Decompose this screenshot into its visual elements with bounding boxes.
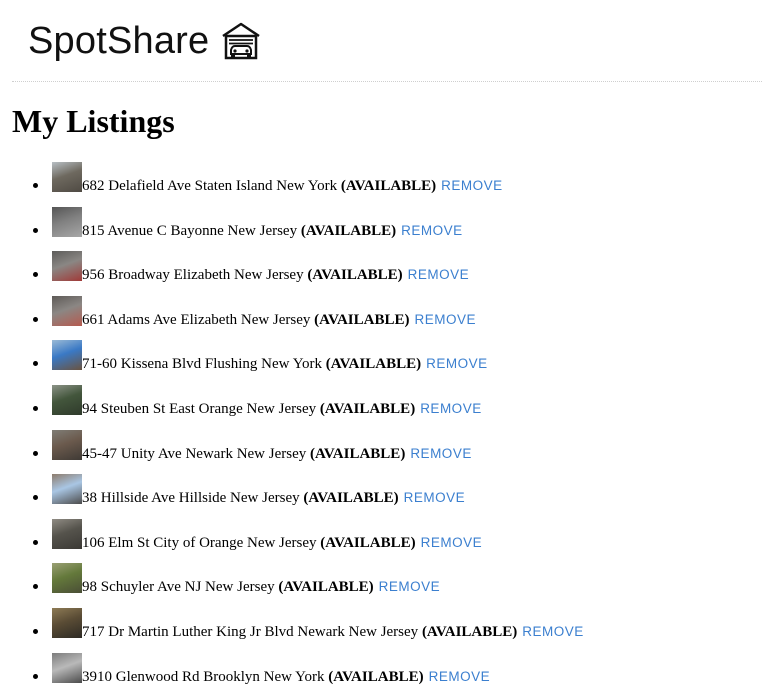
- listing-address: 682 Delafield Ave Staten Island New York: [82, 178, 338, 194]
- listing-status: (AVAILABLE): [319, 400, 416, 417]
- bullet: [33, 584, 38, 590]
- remove-button[interactable]: REMOVE: [421, 535, 483, 550]
- listing-text: 38 Hillside Ave Hillside New Jersey (AVA…: [82, 488, 465, 508]
- brand-title[interactable]: SpotShare: [28, 18, 209, 64]
- listing-text: 3910 Glenwood Rd Brooklyn New York (AVAI…: [82, 667, 490, 687]
- listing-status: (AVAILABLE): [300, 222, 397, 239]
- listing-thumbnail: [52, 251, 82, 282]
- listing-item: 106 Elm St City of Orange New Jersey (AV…: [0, 518, 762, 564]
- listing-item: 38 Hillside Ave Hillside New Jersey (AVA…: [0, 474, 762, 519]
- listing-status: (AVAILABLE): [303, 490, 399, 507]
- bullet: [33, 316, 38, 322]
- bullet: [33, 405, 38, 411]
- listing-text: 717 Dr Martin Luther King Jr Blvd Newark…: [82, 622, 584, 642]
- remove-button[interactable]: REMOVE: [404, 490, 466, 505]
- remove-button[interactable]: REMOVE: [379, 579, 441, 594]
- site-header: SpotShare: [0, 0, 762, 82]
- listing-thumbnail: [52, 652, 82, 683]
- listing-address: 98 Schuyler Ave NJ New Jersey: [82, 579, 275, 596]
- bullet: [33, 227, 38, 233]
- listing-item: 956 Broadway Elizabeth New Jersey (AVAIL…: [0, 251, 762, 296]
- listing-text: 815 Avenue C Bayonne New Jersey (AVAILAB…: [82, 221, 463, 241]
- listing-address: 956 Broadway Elizabeth New Jersey: [82, 267, 304, 284]
- listing-item: 71-60 Kissena Blvd Flushing New York (AV…: [0, 340, 762, 385]
- listing-thumbnail: [52, 518, 82, 549]
- remove-button[interactable]: REMOVE: [410, 446, 472, 461]
- header-divider: [12, 81, 762, 82]
- listing-thumbnail: [52, 206, 82, 237]
- listing-address: 106 Elm St City of Orange New Jersey: [82, 534, 317, 551]
- listing-address: 94 Steuben St East Orange New Jersey: [82, 400, 317, 417]
- listing-text: 661 Adams Ave Elizabeth New Jersey (AVAI…: [82, 310, 476, 330]
- bullet: [33, 628, 38, 634]
- listing-item: 94 Steuben St East Orange New Jersey (AV…: [0, 384, 762, 430]
- listing-text: 956 Broadway Elizabeth New Jersey (AVAIL…: [82, 265, 469, 285]
- listing-thumbnail: [52, 162, 82, 192]
- listing-item: 98 Schuyler Ave NJ New Jersey (AVAILABLE…: [0, 563, 762, 608]
- page-title: My Listings: [12, 103, 175, 139]
- listing-address: 717 Dr Martin Luther King Jr Blvd Newark…: [82, 623, 419, 640]
- listing-thumbnail: [52, 474, 82, 505]
- listing-status: (AVAILABLE): [340, 178, 437, 194]
- listing-address: 71-60 Kissena Blvd Flushing New York: [82, 356, 323, 373]
- listing-address: 45-47 Unity Ave Newark New Jersey: [82, 445, 307, 462]
- listing-thumbnail: [52, 384, 82, 415]
- listing-address: 38 Hillside Ave Hillside New Jersey: [82, 490, 300, 507]
- bullet: [33, 673, 38, 679]
- listing-status: (AVAILABLE): [328, 668, 424, 685]
- listing-address: 661 Adams Ave Elizabeth New Jersey: [82, 311, 311, 328]
- listing-status: (AVAILABLE): [310, 445, 406, 462]
- remove-button[interactable]: REMOVE: [426, 356, 488, 371]
- bullet: [33, 272, 38, 278]
- bullet: [33, 183, 38, 188]
- listing-thumbnail: [52, 563, 82, 594]
- listing-text: 106 Elm St City of Orange New Jersey (AV…: [82, 533, 482, 553]
- listing-text: 94 Steuben St East Orange New Jersey (AV…: [82, 399, 482, 419]
- listing-item: 661 Adams Ave Elizabeth New Jersey (AVAI…: [0, 295, 762, 341]
- remove-button[interactable]: REMOVE: [408, 267, 470, 282]
- listing-thumbnail: [52, 295, 82, 326]
- listing-item: 815 Avenue C Bayonne New Jersey (AVAILAB…: [0, 206, 762, 252]
- listings-list: 682 Delafield Ave Staten Island New York…: [0, 162, 762, 695]
- listing-status: (AVAILABLE): [314, 311, 410, 328]
- listing-address: 3910 Glenwood Rd Brooklyn New York: [82, 668, 325, 685]
- listing-text: 98 Schuyler Ave NJ New Jersey (AVAILABLE…: [82, 577, 440, 597]
- remove-button[interactable]: REMOVE: [420, 401, 482, 416]
- listing-item: 45-47 Unity Ave Newark New Jersey (AVAIL…: [0, 429, 762, 475]
- listing-item: 682 Delafield Ave Staten Island New York…: [0, 162, 762, 207]
- remove-button[interactable]: REMOVE: [401, 223, 463, 238]
- listing-status: (AVAILABLE): [278, 579, 374, 596]
- bullet: [33, 450, 38, 456]
- remove-button[interactable]: REMOVE: [414, 312, 476, 327]
- listing-thumbnail: [52, 340, 82, 371]
- listing-text: 45-47 Unity Ave Newark New Jersey (AVAIL…: [82, 444, 472, 464]
- listing-address: 815 Avenue C Bayonne New Jersey: [82, 222, 298, 239]
- bullet: [33, 495, 38, 501]
- listing-thumbnail: [52, 429, 82, 460]
- listing-item: 3910 Glenwood Rd Brooklyn New York (AVAI…: [0, 652, 762, 695]
- remove-button[interactable]: REMOVE: [429, 669, 491, 684]
- garage-icon: [222, 22, 260, 60]
- bullet: [33, 361, 38, 367]
- remove-button[interactable]: REMOVE: [441, 178, 503, 193]
- listing-status: (AVAILABLE): [307, 267, 403, 284]
- listing-text: 71-60 Kissena Blvd Flushing New York (AV…: [82, 354, 488, 374]
- listing-status: (AVAILABLE): [320, 534, 416, 551]
- listing-item: 717 Dr Martin Luther King Jr Blvd Newark…: [0, 607, 762, 653]
- listing-text: 682 Delafield Ave Staten Island New York…: [82, 176, 503, 196]
- listing-thumbnail: [52, 607, 82, 638]
- bullet: [33, 539, 38, 545]
- remove-button[interactable]: REMOVE: [522, 624, 584, 639]
- listing-status: (AVAILABLE): [325, 356, 422, 373]
- listing-status: (AVAILABLE): [421, 623, 518, 640]
